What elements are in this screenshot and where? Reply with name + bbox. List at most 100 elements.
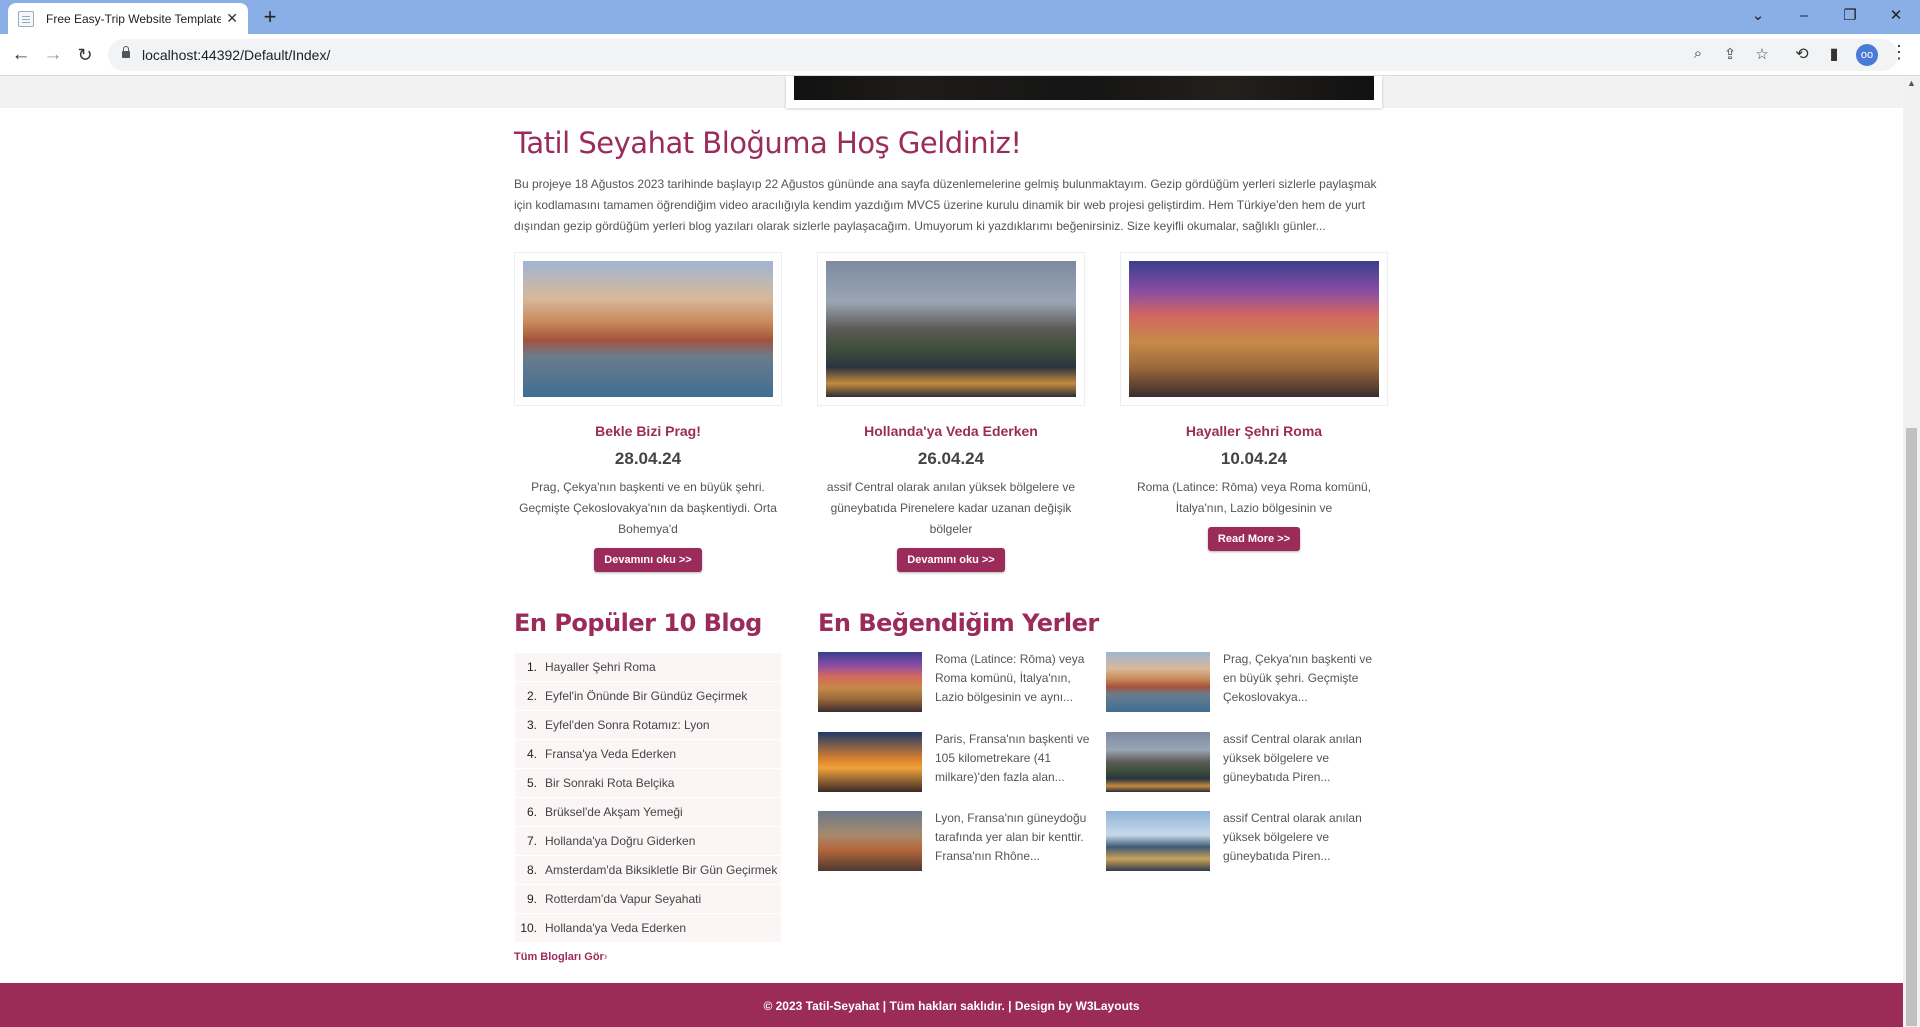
popular-blog-list: 1. Hayaller Şehri Roma 2. Eyfel'in Önünde … <box>515 653 781 943</box>
favorite-item[interactable]: Prag, Çekya'nın başkenti ve en büyük şeh… <box>1106 652 1381 712</box>
extension-icon[interactable]: ⟲ <box>1791 44 1813 64</box>
close-window-icon[interactable]: ✕ <box>1874 2 1918 30</box>
paris-photo[interactable] <box>818 732 922 792</box>
back-icon[interactable]: ← <box>9 43 33 67</box>
card-date: 26.04.24 <box>917 449 985 468</box>
blog-link[interactable]: Hollanda'ya Doğru Giderken <box>545 834 695 848</box>
scroll-up-icon[interactable]: ▲ <box>1907 78 1916 88</box>
lock-icon[interactable] <box>122 46 130 58</box>
card-excerpt: Roma (Latince: Rōma) veya Roma komünü, İ… <box>1136 480 1372 515</box>
share-icon[interactable]: ⇪ <box>1720 45 1740 63</box>
scroll-thumb[interactable] <box>1906 428 1917 1026</box>
card-title[interactable]: Hayaller Şehri Roma <box>1119 423 1389 439</box>
list-item[interactable]: 2. Eyfel'in Önünde Bir Gündüz Geçirmek <box>515 682 781 711</box>
list-item[interactable]: 5. Bir Sonraki Rota Belçika <box>515 769 781 798</box>
popular-section-title: En Popüler 10 Blog <box>514 609 762 637</box>
favorite-text[interactable]: Prag, Çekya'nın başkenti ve en büyük şeh… <box>1223 650 1383 707</box>
list-item[interactable]: 7. Hollanda'ya Doğru Giderken <box>515 827 781 856</box>
list-number: 7. <box>526 834 537 848</box>
read-more-button[interactable]: Read More >> <box>1207 527 1301 551</box>
read-more-button[interactable]: Devamını oku >> <box>897 548 1005 572</box>
minimize-icon[interactable]: – <box>1782 2 1826 30</box>
list-item[interactable]: 1. Hayaller Şehri Roma <box>515 653 781 682</box>
blog-link[interactable]: Hollanda'ya Veda Ederken <box>545 921 686 935</box>
card-date: 28.04.24 <box>614 449 682 468</box>
close-tab-icon[interactable]: ✕ <box>226 10 238 26</box>
side-panel-icon[interactable]: ▮ <box>1823 44 1845 64</box>
all-blogs-link[interactable]: Tüm Blogları Gör› <box>514 951 608 963</box>
card-excerpt: Prag, Çekya'nın başkenti ve en büyük şeh… <box>519 480 777 536</box>
page-favicon-icon <box>18 10 34 27</box>
blog-card: Bekle Bizi Prag! 28.04.24 Prag, Çekya'nı… <box>513 252 783 572</box>
footer: © 2023 Tatil-Seyahat | Tüm hakları saklı… <box>0 983 1903 1027</box>
card-image-frame[interactable] <box>1120 252 1388 406</box>
rome-photo[interactable] <box>818 652 922 712</box>
list-number: 3. <box>526 718 537 732</box>
favorite-item[interactable]: Roma (Latince: Rōma) veya Roma komünü, İ… <box>818 652 1093 712</box>
list-number: 5. <box>526 776 537 790</box>
card-image-frame[interactable] <box>817 252 1085 406</box>
prague-photo[interactable] <box>523 261 773 397</box>
prague-photo[interactable] <box>1106 652 1210 712</box>
browser-tab[interactable]: Free Easy-Trip Website Template ✕ <box>8 3 248 34</box>
reload-icon[interactable]: ↻ <box>73 43 97 67</box>
list-item[interactable]: 3. Eyfel'den Sonra Rotamız: Lyon <box>515 711 781 740</box>
list-item[interactable]: 9. Rotterdam'da Vapur Seyahati <box>515 885 781 914</box>
card-excerpt: assif Central olarak anılan yüksek bölge… <box>826 480 1076 536</box>
blog-link[interactable]: Eyfel'in Önünde Bir Gündüz Geçirmek <box>545 689 747 703</box>
read-more-button[interactable]: Devamını oku >> <box>594 548 702 572</box>
favorite-item[interactable]: assif Central olarak anılan yüksek bölge… <box>1106 811 1381 871</box>
amsterdam-photo[interactable] <box>826 261 1076 397</box>
blog-card: Hayaller Şehri Roma 10.04.24 Roma (Latin… <box>1119 252 1389 551</box>
favorite-text[interactable]: Paris, Fransa'nın başkenti ve 105 kilome… <box>935 730 1095 787</box>
list-item[interactable]: 8. Amsterdam'da Biksikletle Bir Gün Geçir… <box>515 856 781 885</box>
list-number: 6. <box>526 805 537 819</box>
favorite-text[interactable]: assif Central olarak anılan yüksek bölge… <box>1223 730 1383 787</box>
rotterdam-photo[interactable] <box>1106 811 1210 871</box>
blog-link[interactable]: Brüksel'de Akşam Yemeği <box>545 805 683 819</box>
blog-link[interactable]: Rotterdam'da Vapur Seyahati <box>545 892 701 906</box>
profile-avatar[interactable]: oo <box>1856 44 1878 66</box>
blog-link[interactable]: Fransa'ya Veda Ederken <box>545 747 676 761</box>
restore-icon[interactable]: ❐ <box>1828 2 1872 30</box>
list-number: 9. <box>526 892 537 906</box>
blog-link[interactable]: Eyfel'den Sonra Rotamız: Lyon <box>545 718 710 732</box>
favorite-text[interactable]: assif Central olarak anılan yüksek bölge… <box>1223 809 1383 866</box>
lyon-photo[interactable] <box>818 811 922 871</box>
new-tab-icon[interactable]: + <box>258 5 282 29</box>
vertical-scrollbar[interactable]: ▲ <box>1903 76 1920 1027</box>
list-item[interactable]: 10. Hollanda'ya Veda Ederken <box>515 914 781 943</box>
address-bar[interactable]: localhost:44392/Default/Index/ ⌕ ⇪ ☆ <box>108 39 1898 71</box>
list-item[interactable]: 6. Brüksel'de Akşam Yemeği <box>515 798 781 827</box>
browser-tab-bar: Free Easy-Trip Website Template ✕ + ⌄ – … <box>0 0 1920 34</box>
amsterdam-photo[interactable] <box>1106 732 1210 792</box>
rome-photo[interactable] <box>1129 261 1379 397</box>
slider-band <box>0 76 1903 108</box>
favorite-item[interactable]: Lyon, Fransa'nın güneydoğu tarafında yer… <box>818 811 1093 871</box>
blog-link[interactable]: Bir Sonraki Rota Belçika <box>545 776 674 790</box>
url-text[interactable]: localhost:44392/Default/Index/ <box>142 47 330 63</box>
list-number: 4. <box>526 747 537 761</box>
favorite-text[interactable]: Lyon, Fransa'nın güneydoğu tarafında yer… <box>935 809 1095 866</box>
favorite-item[interactable]: assif Central olarak anılan yüksek bölge… <box>1106 732 1381 792</box>
bookmark-star-icon[interactable]: ☆ <box>1752 45 1772 63</box>
tab-search-icon[interactable]: ⌄ <box>1736 2 1780 30</box>
card-title[interactable]: Bekle Bizi Prag! <box>513 423 783 439</box>
all-blogs-label[interactable]: Tüm Blogları Gör <box>514 951 604 963</box>
card-image-frame[interactable] <box>514 252 782 406</box>
forward-icon[interactable]: → <box>41 43 65 67</box>
favorites-section-title: En Beğendiğim Yerler <box>818 609 1099 637</box>
blog-link[interactable]: Amsterdam'da Biksikletle Bir Gün Geçirme… <box>545 863 777 877</box>
list-number: 10. <box>520 921 537 935</box>
favorite-item[interactable]: Paris, Fransa'nın başkenti ve 105 kilome… <box>818 732 1093 792</box>
blog-link[interactable]: Hayaller Şehri Roma <box>545 660 656 674</box>
chevron-right-icon: › <box>603 951 608 963</box>
list-number: 1. <box>526 660 537 674</box>
zoom-icon[interactable]: ⌕ <box>1688 45 1708 62</box>
list-item[interactable]: 4. Fransa'ya Veda Ederken <box>515 740 781 769</box>
card-title[interactable]: Hollanda'ya Veda Ederken <box>816 423 1086 439</box>
footer-text: © 2023 Tatil-Seyahat | Tüm hakları saklı… <box>763 999 1140 1013</box>
card-date: 10.04.24 <box>1220 449 1288 468</box>
favorite-text[interactable]: Roma (Latince: Rōma) veya Roma komünü, İ… <box>935 650 1095 707</box>
menu-dots-icon[interactable]: ⋮ <box>1890 42 1908 63</box>
